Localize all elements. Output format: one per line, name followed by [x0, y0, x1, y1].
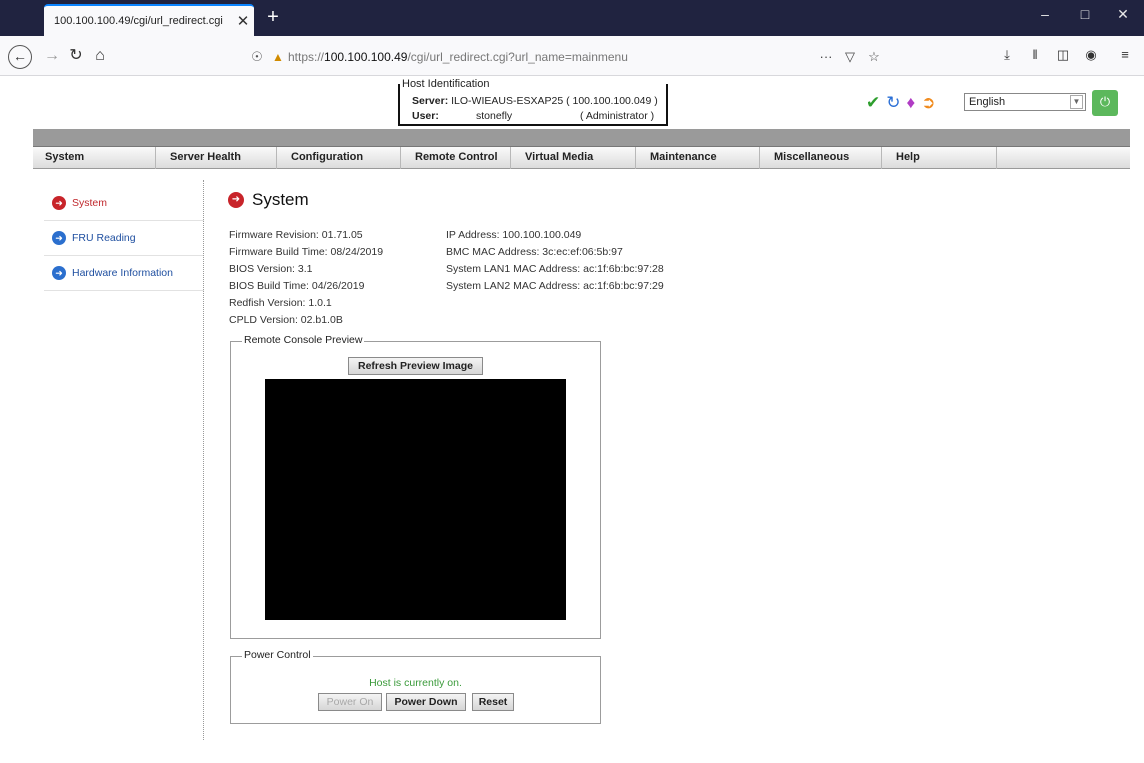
refresh-preview-button[interactable]: Refresh Preview Image [348, 357, 483, 375]
lock-warning-icon[interactable]: ▲ [268, 50, 288, 64]
power-control-legend: Power Control [242, 649, 313, 661]
language-value: English [969, 96, 1006, 108]
sidebar-divider [203, 180, 204, 740]
refresh-icon[interactable]: ↻ [886, 93, 900, 113]
power-status-text: Host is currently on. [369, 677, 462, 689]
header-divider-bar [33, 129, 1130, 146]
cpld-version: CPLD Version: 02.b1.0B [229, 314, 343, 326]
page-title-text: System [252, 190, 309, 209]
menu-icon[interactable]: ≡ [1114, 47, 1136, 62]
chevron-down-icon: ▼ [1070, 95, 1083, 109]
bios-build-time: BIOS Build Time: 04/26/2019 [229, 280, 365, 292]
server-line: Server: ILO-WIEAUS-ESXAP25 ( 100.100.100… [412, 95, 658, 107]
lan1-mac-address: System LAN1 MAC Address: ac:1f:6b:bc:97:… [446, 263, 664, 275]
sidebar-item-system[interactable]: ➜ System [44, 186, 204, 221]
arrow-right-circle-icon: ➜ [228, 192, 244, 208]
main-menu: System Server Health Configuration Remot… [33, 146, 1130, 169]
browser-titlebar: 100.100.100.49/cgi/url_redirect.cgi ✕ + … [0, 0, 1144, 36]
server-label: Server: [412, 95, 449, 107]
user-label: User: [412, 110, 439, 122]
reload-icon[interactable]: ↻ [64, 45, 88, 69]
user-role: ( Administrator ) [580, 110, 655, 122]
menu-empty-slot [997, 147, 1109, 169]
menu-help[interactable]: Help [882, 147, 997, 169]
minimize-icon[interactable]: – [1030, 6, 1060, 22]
sidebar-item-label: System [72, 197, 108, 209]
menu-server-health[interactable]: Server Health [156, 147, 277, 169]
server-name: ILO-WIEAUS-ESXAP25 [451, 95, 564, 107]
lan2-mac-address: System LAN2 MAC Address: ac:1f:6b:bc:97:… [446, 280, 664, 292]
maximize-icon[interactable]: □ [1070, 6, 1100, 22]
url-text[interactable]: https://100.100.100.49/cgi/url_redirect.… [288, 50, 814, 64]
remote-console-legend: Remote Console Preview [242, 334, 365, 346]
browser-tab[interactable]: 100.100.100.49/cgi/url_redirect.cgi ✕ [44, 4, 254, 36]
page-title: ➜ System [228, 190, 309, 210]
tracking-shield-icon[interactable]: ☉ [246, 49, 268, 65]
page-actions-icon[interactable]: ··· [814, 49, 838, 64]
tab-close-icon[interactable]: ✕ [232, 12, 254, 30]
host-identification-legend: Host Identification [400, 78, 492, 90]
arrow-right-circle-icon: ➜ [52, 266, 66, 280]
header-icon-group: ✔ ↻ ♦ ➲ [866, 92, 935, 114]
url-prefix: https:// [288, 49, 325, 64]
power-control-fieldset [230, 656, 601, 724]
menu-configuration[interactable]: Configuration [277, 147, 401, 169]
bmc-mac-address: BMC MAC Address: 3c:ec:ef:06:5b:97 [446, 246, 623, 258]
reset-button[interactable]: Reset [472, 693, 514, 711]
browser-navbar: ← → ↻ ⌂ ☉ ▲ https://100.100.100.49/cgi/u… [0, 36, 1144, 76]
back-icon[interactable]: ← [8, 45, 32, 69]
logout-icon[interactable]: ➲ [921, 93, 935, 113]
pocket-icon[interactable]: ▽ [838, 49, 862, 65]
language-apply-button[interactable]: ⏻ [1092, 90, 1118, 116]
library-icon[interactable]: ‖ [1024, 47, 1046, 62]
sidebar-item-hardware-information[interactable]: ➜ Hardware Information [44, 256, 204, 291]
forward-icon[interactable]: → [40, 45, 64, 69]
address-bar[interactable]: ☉ ▲ https://100.100.100.49/cgi/url_redir… [246, 44, 886, 69]
sidebar-item-fru-reading[interactable]: ➜ FRU Reading [44, 221, 204, 256]
close-window-icon[interactable]: ✕ [1108, 6, 1138, 23]
bios-version: BIOS Version: 3.1 [229, 263, 313, 275]
server-ip: ( 100.100.100.049 ) [566, 95, 658, 107]
home-icon[interactable]: ⌂ [88, 45, 112, 69]
account-icon[interactable]: ◉ [1080, 47, 1102, 63]
redfish-version: Redfish Version: 1.0.1 [229, 297, 332, 309]
power-on-button[interactable]: Power On [318, 693, 382, 711]
sidebar-toggle-icon[interactable]: ◫ [1052, 47, 1074, 63]
menu-miscellaneous[interactable]: Miscellaneous [760, 147, 882, 169]
firmware-build-time: Firmware Build Time: 08/24/2019 [229, 246, 384, 258]
console-preview-image[interactable] [265, 379, 566, 620]
arrow-right-circle-icon: ➜ [52, 196, 66, 210]
user-name: stonefly [476, 110, 513, 122]
firmware-revision: Firmware Revision: 01.71.05 [229, 229, 363, 241]
tab-title: 100.100.100.49/cgi/url_redirect.cgi [54, 15, 223, 27]
power-down-button[interactable]: Power Down [386, 693, 466, 711]
url-host: 100.100.100.49 [324, 49, 408, 64]
menu-system[interactable]: System [33, 147, 156, 169]
leaf-icon[interactable]: ♦ [907, 93, 916, 113]
menu-virtual-media[interactable]: Virtual Media [511, 147, 636, 169]
network-info-list: IP Address: 100.100.100.049 BMC MAC Addr… [446, 227, 664, 295]
power-icon: ⏻ [1099, 94, 1111, 109]
check-circle-icon[interactable]: ✔ [866, 93, 880, 113]
arrow-right-circle-icon: ➜ [52, 231, 66, 245]
sidebar-item-label: Hardware Information [72, 267, 173, 279]
url-path: /cgi/url_redirect.cgi?url_name=mainmenu [407, 49, 628, 64]
menu-maintenance[interactable]: Maintenance [636, 147, 760, 169]
language-select[interactable]: English ▼ [964, 93, 1086, 111]
sidebar: ➜ System ➜ FRU Reading ➜ Hardware Inform… [44, 186, 204, 291]
menu-remote-control[interactable]: Remote Control [401, 147, 511, 169]
user-line: User: [412, 110, 439, 122]
firmware-info-list: Firmware Revision: 01.71.05 Firmware Bui… [229, 227, 383, 329]
new-tab-icon[interactable]: + [262, 6, 284, 28]
ip-address: IP Address: 100.100.100.049 [446, 229, 582, 241]
download-icon[interactable]: ⤓ [996, 47, 1018, 63]
bookmark-star-icon[interactable]: ☆ [862, 49, 886, 65]
sidebar-item-label: FRU Reading [72, 232, 136, 244]
